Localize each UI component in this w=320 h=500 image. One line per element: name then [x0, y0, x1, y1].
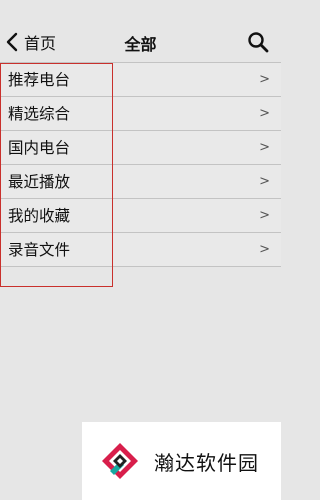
- list-item-label: 最近播放: [8, 173, 71, 191]
- chevron-right-icon: >: [259, 242, 270, 257]
- list-item-label: 推荐电台: [8, 71, 71, 89]
- watermark-text: 瀚达软件园: [154, 450, 259, 475]
- page-title: 全部: [124, 35, 157, 54]
- chevron-right-icon: >: [259, 208, 270, 223]
- list-item-label: 录音文件: [8, 241, 71, 259]
- list-item-label: 国内电台: [8, 139, 71, 157]
- list-item-label: 我的收藏: [8, 207, 71, 225]
- list-item-recently-played[interactable]: 最近播放 >: [0, 165, 281, 199]
- search-button[interactable]: [246, 30, 270, 54]
- list-item-recommended-radio[interactable]: 推荐电台 >: [0, 62, 281, 97]
- app-header: 首页 全部: [0, 0, 281, 64]
- brand-logo-icon: [102, 443, 138, 479]
- list-item-domestic-radio[interactable]: 国内电台 >: [0, 131, 281, 165]
- list-item-recordings[interactable]: 录音文件 >: [0, 233, 281, 267]
- category-list: 推荐电台 > 精选综合 > 国内电台 > 最近播放 > 我的收藏 > 录音文件 …: [0, 62, 281, 267]
- chevron-right-icon: >: [259, 72, 270, 87]
- list-item-favorites[interactable]: 我的收藏 >: [0, 199, 281, 233]
- chevron-right-icon: >: [259, 174, 270, 189]
- list-item-featured[interactable]: 精选综合 >: [0, 97, 281, 131]
- chevron-right-icon: >: [259, 140, 270, 155]
- list-item-label: 精选综合: [8, 105, 71, 123]
- chevron-right-icon: >: [259, 106, 270, 121]
- search-icon: [248, 32, 269, 53]
- watermark: 瀚达软件园: [82, 422, 281, 500]
